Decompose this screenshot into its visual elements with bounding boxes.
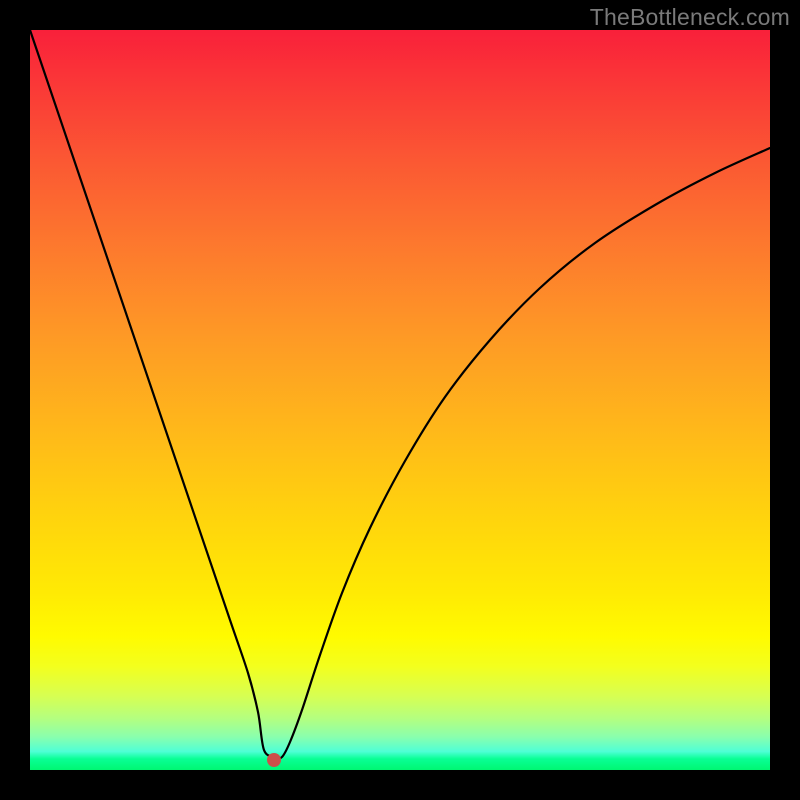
vertex-marker [267, 753, 281, 767]
chart-svg [30, 30, 770, 770]
watermark-text: TheBottleneck.com [590, 4, 790, 31]
chart-frame: TheBottleneck.com [0, 0, 800, 800]
bottleneck-curve [30, 30, 770, 758]
curve-line [30, 30, 770, 758]
plot-area [30, 30, 770, 770]
